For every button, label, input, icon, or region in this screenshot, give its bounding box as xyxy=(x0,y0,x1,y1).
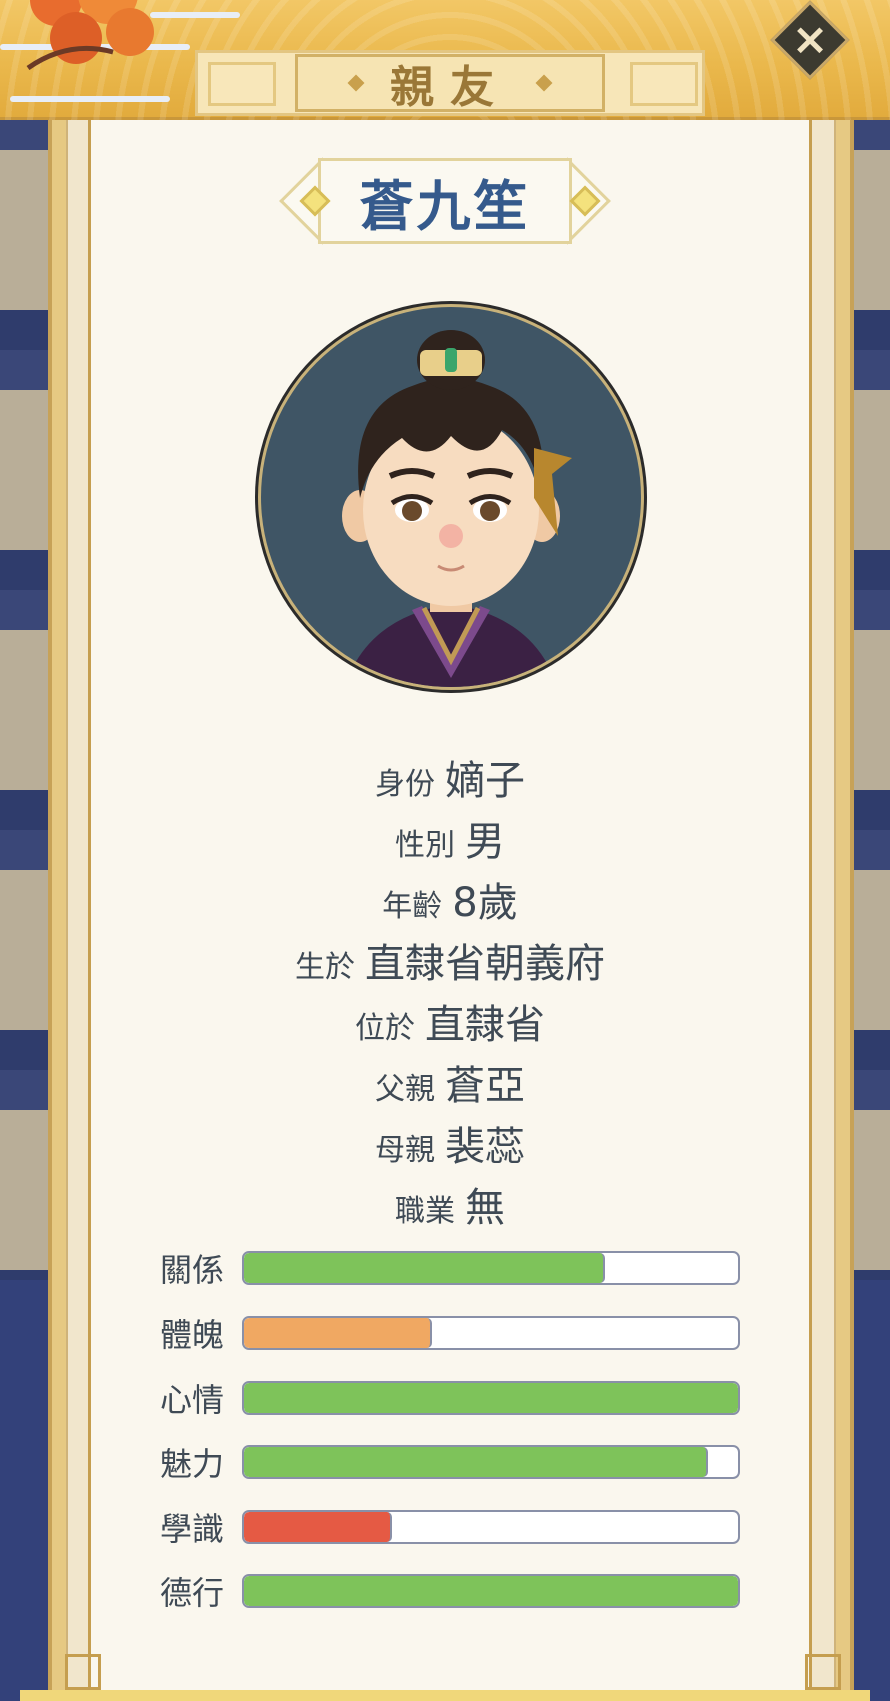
title-ornament-left xyxy=(208,62,276,106)
stat-label: 關係 xyxy=(160,1251,225,1289)
stat-fill xyxy=(243,1512,392,1542)
info-label: 身份 xyxy=(375,767,435,802)
character-portrait xyxy=(255,301,647,693)
info-value: 直隸省朝義府 xyxy=(365,941,605,987)
character-name: 蒼九笙 xyxy=(359,174,531,238)
info-value: 男 xyxy=(465,819,505,865)
info-row-father: 父親 蒼亞 xyxy=(88,1053,812,1114)
info-row-mother: 母親 裴蕊 xyxy=(88,1114,812,1175)
stat-mood: 心情 xyxy=(160,1381,740,1419)
stat-bar xyxy=(241,1510,740,1544)
stat-fill xyxy=(243,1576,738,1606)
info-label: 性別 xyxy=(395,828,455,863)
info-row-occupation: 職業 無 xyxy=(88,1175,812,1236)
info-value: 直隸省 xyxy=(425,1002,545,1048)
info-label: 母親 xyxy=(375,1133,435,1168)
character-info: 身份 嫡子 性別 男 年齡 8歲 生於 直隸省朝義府 位於 直隸省 父親 蒼亞 … xyxy=(88,748,812,1236)
stat-physique: 體魄 xyxy=(160,1316,740,1354)
info-label: 職業 xyxy=(395,1194,455,1229)
info-label: 生於 xyxy=(295,950,355,985)
stat-label: 學識 xyxy=(160,1510,225,1548)
scroll-bottom-edge xyxy=(20,1690,870,1701)
stat-virtue: 德行 xyxy=(160,1574,740,1612)
stat-bar xyxy=(241,1381,740,1415)
diamond-icon xyxy=(535,74,553,92)
stat-label: 心情 xyxy=(160,1381,225,1419)
page-title: 親友 xyxy=(390,62,510,113)
info-value: 蒼亞 xyxy=(445,1063,525,1109)
stat-charm: 魅力 xyxy=(160,1445,740,1483)
cloud-decoration xyxy=(10,96,170,102)
stat-label: 體魄 xyxy=(160,1316,225,1354)
stat-label: 德行 xyxy=(160,1574,225,1612)
stat-bar xyxy=(241,1574,740,1608)
stat-bar xyxy=(241,1445,740,1479)
info-row-birthplace: 生於 直隸省朝義府 xyxy=(88,931,812,992)
persimmon-decoration-icon xyxy=(26,0,154,70)
info-label: 年齡 xyxy=(382,889,443,924)
stat-fill xyxy=(243,1253,605,1283)
diamond-icon xyxy=(347,74,365,92)
info-value: 無 xyxy=(465,1185,505,1231)
stat-label: 魅力 xyxy=(160,1445,225,1483)
character-name-plate: 蒼九笙 xyxy=(318,158,572,244)
info-label: 位於 xyxy=(355,1011,415,1046)
stat-relationship: 關係 xyxy=(160,1251,740,1289)
stat-bar xyxy=(241,1316,740,1350)
header-banner: 親友 xyxy=(0,0,890,120)
stat-fill xyxy=(243,1447,709,1477)
title-ornament-right xyxy=(630,62,698,106)
close-icon[interactable]: × xyxy=(782,12,838,68)
info-value: 嫡子 xyxy=(445,758,525,804)
stat-bar xyxy=(241,1251,740,1285)
info-row-gender: 性別 男 xyxy=(88,809,812,870)
info-label: 父親 xyxy=(375,1072,435,1107)
info-row-status: 身份 嫡子 xyxy=(88,748,812,809)
info-row-location: 位於 直隸省 xyxy=(88,992,812,1053)
stat-fill xyxy=(243,1318,432,1348)
info-value: 裴蕊 xyxy=(445,1124,525,1170)
title-plate: 親友 xyxy=(295,54,605,113)
corner-ornament-right xyxy=(805,1654,841,1690)
info-row-age: 年齡 8歲 xyxy=(88,870,812,931)
corner-ornament-left xyxy=(65,1654,101,1690)
stat-fill xyxy=(243,1383,738,1413)
stat-knowledge: 學識 xyxy=(160,1510,740,1548)
info-value: 8歲 xyxy=(452,880,518,926)
